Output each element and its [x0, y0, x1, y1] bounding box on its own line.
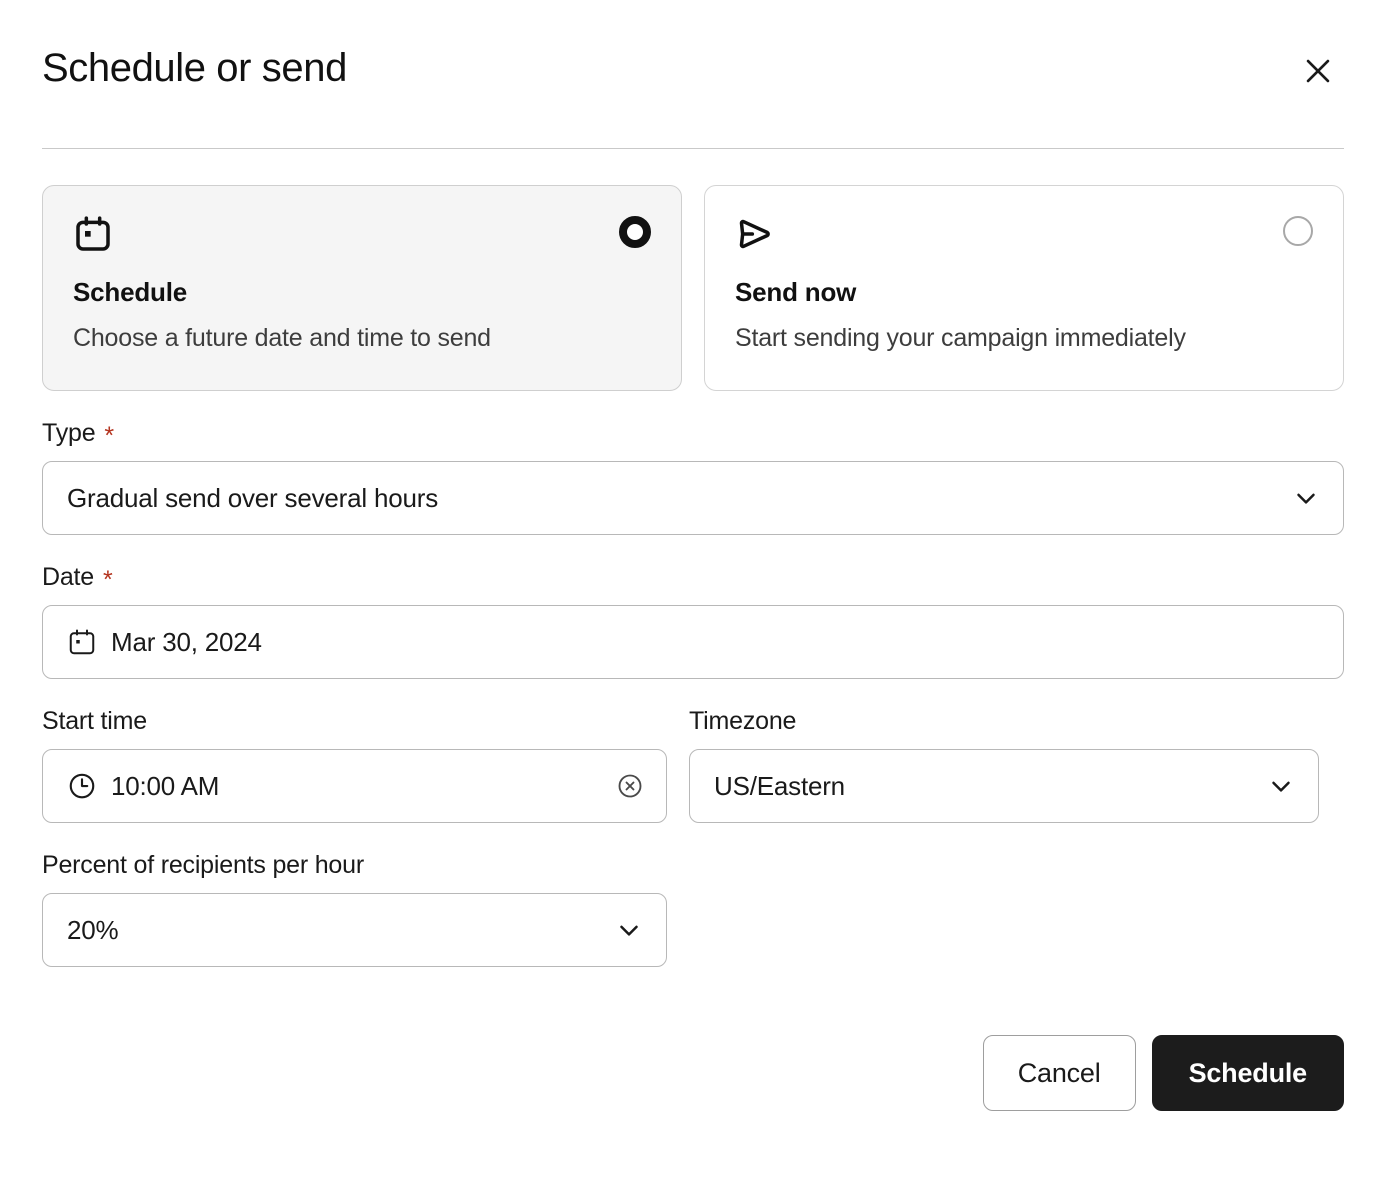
option-card-send-now-top [735, 214, 1313, 260]
modal-header: Schedule or send [42, 0, 1344, 104]
schedule-button[interactable]: Schedule [1152, 1035, 1344, 1111]
option-card-send-now-description: Start sending your campaign immediately [735, 322, 1313, 354]
type-label: Type [42, 417, 95, 449]
date-input-value: Mar 30, 2024 [111, 626, 1321, 658]
header-divider [42, 148, 1344, 149]
page-title: Schedule or send [42, 44, 347, 92]
timezone-label-row: Timezone [689, 705, 1319, 737]
start-time-input[interactable]: 10:00 AM [42, 749, 667, 823]
chevron-down-icon [1266, 771, 1296, 801]
clear-icon[interactable] [616, 772, 644, 800]
calendar-icon [73, 214, 113, 259]
percent-label-row: Percent of recipients per hour [42, 849, 1344, 881]
percent-label: Percent of recipients per hour [42, 849, 364, 881]
timezone-select[interactable]: US/Eastern [689, 749, 1319, 823]
date-label: Date [42, 561, 94, 593]
option-card-schedule-top [73, 214, 651, 260]
percent-select[interactable]: 20% [42, 893, 667, 967]
radio-send-now[interactable] [1283, 216, 1313, 246]
close-icon [1301, 54, 1335, 91]
option-card-send-now-title: Send now [735, 276, 1313, 308]
field-start-time: Start time 10:00 AM [42, 705, 667, 823]
percent-select-wrap: 20% [42, 893, 667, 967]
close-button[interactable] [1294, 48, 1342, 96]
date-label-row: Date * [42, 561, 1344, 593]
timezone-select-value: US/Eastern [714, 770, 1252, 802]
type-required-marker: * [104, 424, 114, 449]
type-select[interactable]: Gradual send over several hours [42, 461, 1344, 535]
send-mode-options: Schedule Choose a future date and time t… [42, 185, 1344, 391]
timezone-label: Timezone [689, 705, 796, 737]
type-select-value: Gradual send over several hours [67, 482, 1277, 514]
radio-schedule[interactable] [619, 216, 651, 248]
field-percent-per-hour: Percent of recipients per hour 20% [42, 849, 1344, 967]
option-card-schedule[interactable]: Schedule Choose a future date and time t… [42, 185, 682, 391]
calendar-icon [67, 627, 97, 657]
chevron-down-icon [614, 915, 644, 945]
field-type: Type * Gradual send over several hours [42, 417, 1344, 535]
option-card-schedule-title: Schedule [73, 276, 651, 308]
date-input[interactable]: Mar 30, 2024 [42, 605, 1344, 679]
option-card-send-now[interactable]: Send now Start sending your campaign imm… [704, 185, 1344, 391]
cancel-button[interactable]: Cancel [983, 1035, 1136, 1111]
start-time-label-row: Start time [42, 705, 667, 737]
time-and-timezone-row: Start time 10:00 AM [42, 705, 1344, 823]
field-date: Date * Mar 30, 2024 [42, 561, 1344, 679]
type-label-row: Type * [42, 417, 1344, 449]
clock-icon [67, 771, 97, 801]
schedule-form: Type * Gradual send over several hours D… [42, 417, 1344, 967]
chevron-down-icon [1291, 483, 1321, 513]
date-required-marker: * [103, 568, 113, 593]
field-timezone: Timezone US/Eastern [689, 705, 1319, 823]
modal-footer: Cancel Schedule [42, 1035, 1344, 1111]
schedule-or-send-modal: Schedule or send [0, 0, 1386, 1204]
send-icon [735, 214, 775, 259]
option-card-schedule-description: Choose a future date and time to send [73, 322, 651, 354]
start-time-label: Start time [42, 705, 147, 737]
percent-select-value: 20% [67, 914, 600, 946]
start-time-value: 10:00 AM [111, 770, 602, 802]
